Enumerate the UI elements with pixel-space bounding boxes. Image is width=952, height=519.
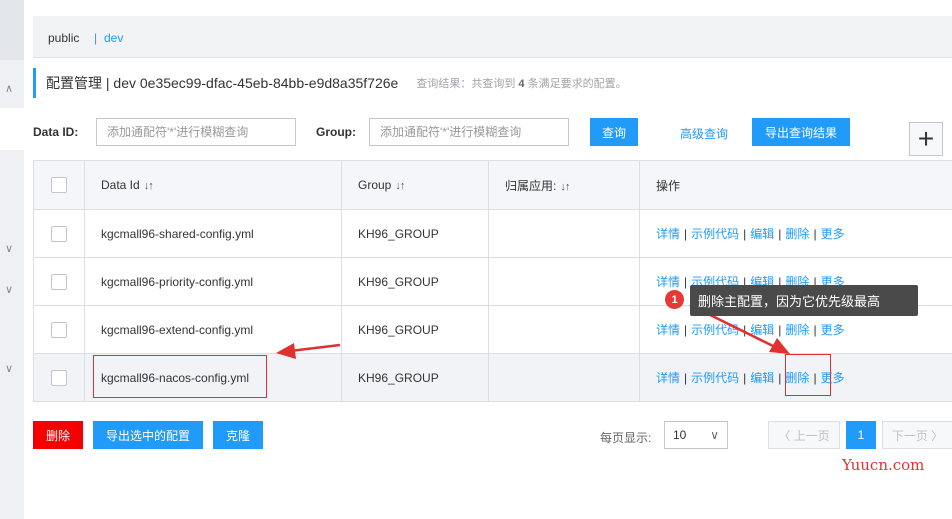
chevron-down-icon[interactable]: ∨ xyxy=(5,362,13,375)
group-label: Group: xyxy=(316,125,356,139)
chevron-up-icon[interactable]: ∧ xyxy=(5,82,13,95)
cell-ops: 详情 | 示例代码 | 编辑 | 删除 | 更多 xyxy=(639,209,952,258)
col-group[interactable]: Group ↓↑ xyxy=(341,160,489,210)
annotation-badge: 1 xyxy=(665,290,684,309)
cell-dataid: kgcmall96-shared-config.yml xyxy=(84,209,342,258)
query-button[interactable]: 查询 xyxy=(590,118,638,146)
col-ops: 操作 xyxy=(639,160,952,210)
group-input[interactable] xyxy=(369,118,569,146)
edit-link[interactable]: 编辑 xyxy=(750,371,774,385)
current-page[interactable]: 1 xyxy=(846,421,876,449)
sort-icon[interactable]: ↓↑ xyxy=(395,180,405,192)
clone-button[interactable]: 克隆 xyxy=(213,421,263,449)
prev-page-button[interactable]: 〈 上一页 xyxy=(768,421,840,449)
batch-delete-button[interactable]: 删除 xyxy=(33,421,83,449)
cell-app xyxy=(488,257,640,306)
dataid-input[interactable] xyxy=(96,118,296,146)
namespace-public[interactable]: public xyxy=(48,31,79,45)
chevron-down-icon[interactable]: ∨ xyxy=(5,283,13,296)
highlight-box-delete xyxy=(785,354,831,396)
detail-link[interactable]: 详情 xyxy=(656,323,680,337)
next-page-button[interactable]: 下一页 〉 xyxy=(882,421,952,449)
namespace-separator: | xyxy=(94,31,98,45)
cell-app xyxy=(488,353,640,402)
plus-icon: + xyxy=(917,123,935,154)
cell-dataid: kgcmall96-priority-config.yml xyxy=(84,257,342,306)
highlight-box-dataid xyxy=(93,355,267,398)
left-sidebar: ∧ ∨ ∨ ∨ xyxy=(0,0,24,519)
sort-icon[interactable]: ↓↑ xyxy=(144,180,154,192)
cell-group: KH96_GROUP xyxy=(341,209,489,258)
more-link[interactable]: 更多 xyxy=(821,227,845,241)
advanced-query-link[interactable]: 高级查询 xyxy=(680,125,728,142)
table-header-row: Data Id ↓↑ Group ↓↑ 归属应用: ↓↑ 操作 xyxy=(33,160,952,210)
cell-group: KH96_GROUP xyxy=(341,257,489,306)
row-checkbox[interactable] xyxy=(51,273,67,290)
dataid-label: Data ID: xyxy=(33,125,79,139)
namespace-dev[interactable]: dev xyxy=(104,31,123,45)
detail-link[interactable]: 详情 xyxy=(656,371,680,385)
cell-dataid: kgcmall96-extend-config.yml xyxy=(84,305,342,354)
sort-icon[interactable]: ↓↑ xyxy=(560,181,570,193)
detail-link[interactable]: 详情 xyxy=(656,275,680,289)
sidebar-block-active xyxy=(0,108,24,150)
annotation-tooltip: 删除主配置，因为它优先级最高 xyxy=(690,285,918,316)
col-dataid[interactable]: Data Id ↓↑ xyxy=(84,160,342,210)
table-row: kgcmall96-shared-config.yml KH96_GROUP 详… xyxy=(33,209,952,258)
sample-code-link[interactable]: 示例代码 xyxy=(691,227,739,241)
page-size-label: 每页显示: xyxy=(600,431,652,445)
row-checkbox[interactable] xyxy=(51,321,67,338)
select-all-checkbox[interactable] xyxy=(51,177,67,193)
cell-group: KH96_GROUP xyxy=(341,305,489,354)
chevron-down-icon[interactable]: ∨ xyxy=(5,242,13,255)
col-app[interactable]: 归属应用: ↓↑ xyxy=(488,160,640,210)
edit-link[interactable]: 编辑 xyxy=(750,323,774,337)
sample-code-link[interactable]: 示例代码 xyxy=(691,371,739,385)
row-checkbox[interactable] xyxy=(51,225,67,242)
page-size-value: 10 xyxy=(673,428,687,442)
namespace-bar: public | dev xyxy=(33,16,952,58)
chevron-down-icon: ∨ xyxy=(710,428,719,442)
add-config-button[interactable]: + xyxy=(909,122,943,156)
sidebar-block xyxy=(0,0,24,60)
page-size-select[interactable]: 10 ∨ xyxy=(664,421,728,449)
more-link[interactable]: 更多 xyxy=(821,323,845,337)
detail-link[interactable]: 详情 xyxy=(656,227,680,241)
select-all-cell xyxy=(33,160,85,210)
cell-app xyxy=(488,305,640,354)
sample-code-link[interactable]: 示例代码 xyxy=(691,323,739,337)
export-selected-button[interactable]: 导出选中的配置 xyxy=(93,421,203,449)
delete-link[interactable]: 删除 xyxy=(785,227,809,241)
edit-link[interactable]: 编辑 xyxy=(750,227,774,241)
page-title: 配置管理 | dev 0e35ec99-dfac-45eb-84bb-e9d8a… xyxy=(46,75,399,91)
cell-app xyxy=(488,209,640,258)
page-title-bar: 配置管理 | dev 0e35ec99-dfac-45eb-84bb-e9d8a… xyxy=(33,68,627,98)
row-checkbox[interactable] xyxy=(51,369,67,386)
delete-link[interactable]: 删除 xyxy=(785,323,809,337)
watermark: Yuucn.com xyxy=(842,456,925,474)
cell-group: KH96_GROUP xyxy=(341,353,489,402)
export-results-button[interactable]: 导出查询结果 xyxy=(752,118,850,146)
query-result-hint: 查询结果：共查询到 4 条满足要求的配置。 xyxy=(416,78,627,90)
